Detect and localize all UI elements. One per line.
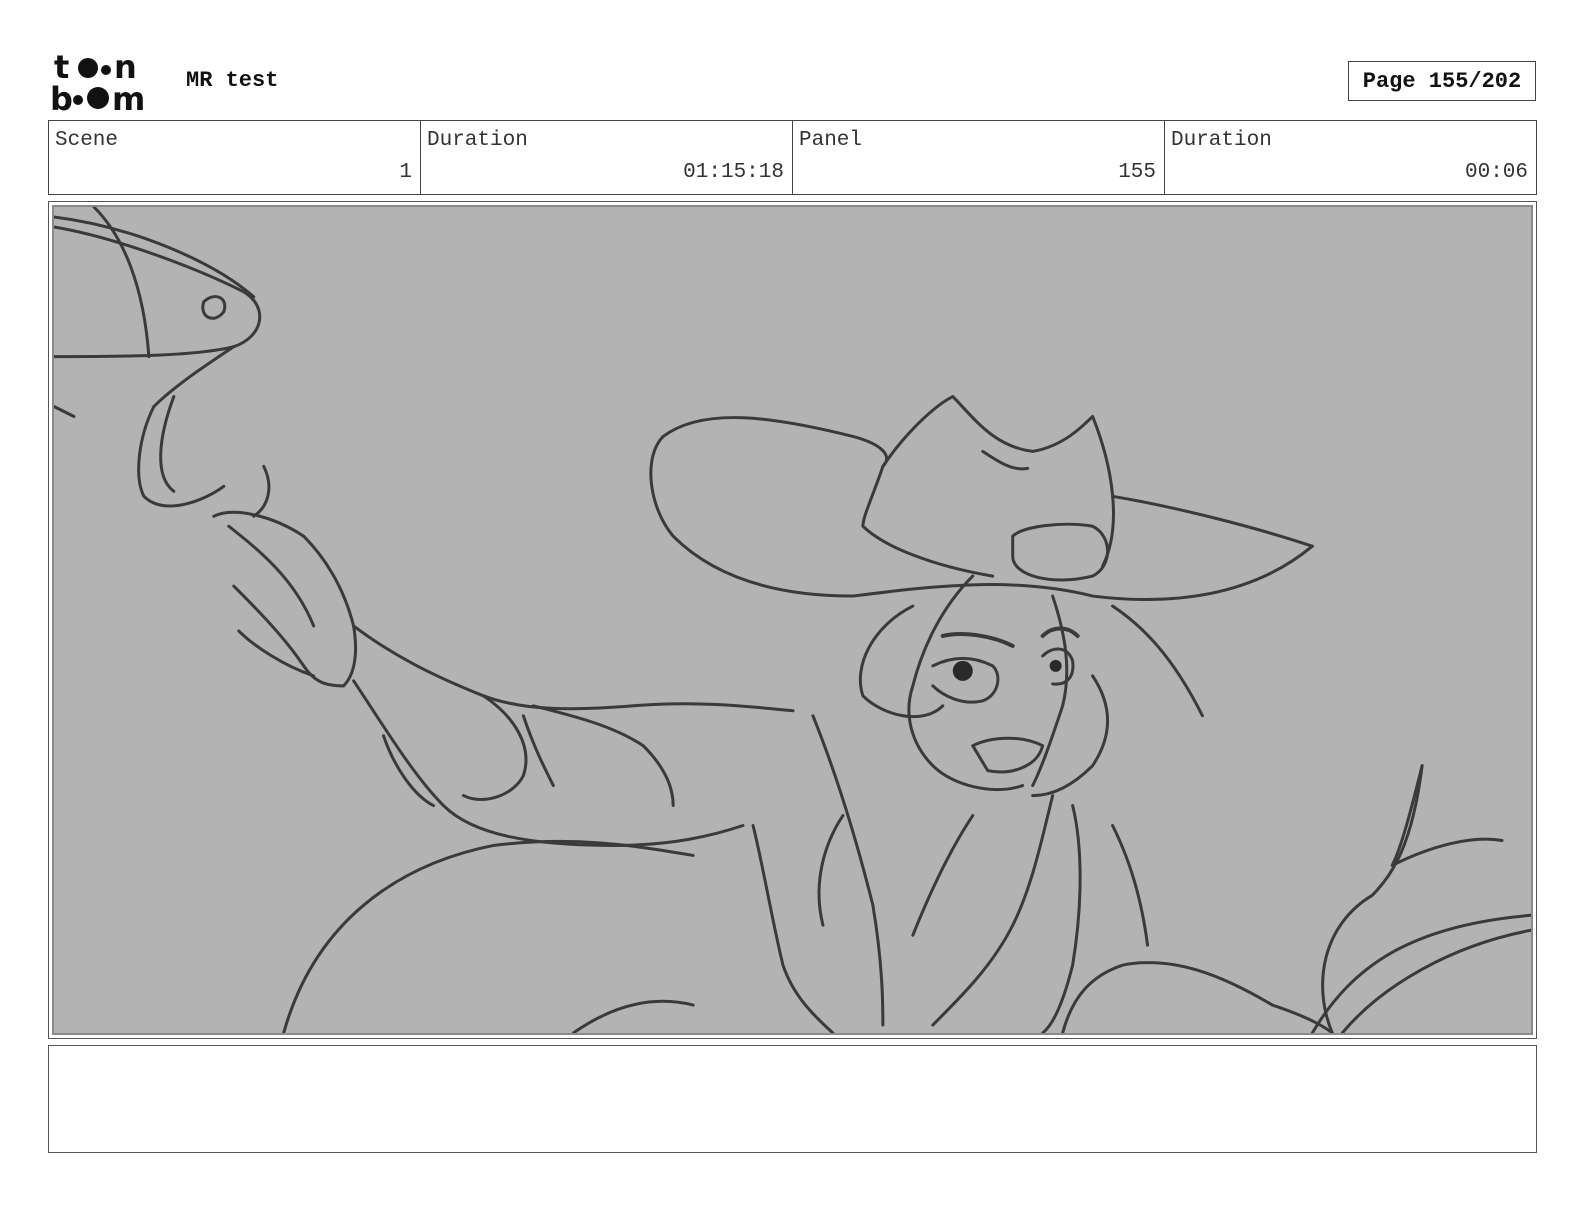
project-title: MR test (186, 68, 279, 93)
scene-duration-value: 01:15:18 (683, 161, 784, 184)
scene-duration-label: Duration (427, 129, 528, 152)
svg-text:b: b (50, 80, 73, 114)
scene-value: 1 (399, 161, 412, 184)
panel-value: 155 (1118, 161, 1156, 184)
panel-duration-label: Duration (1171, 129, 1272, 152)
toon-boom-logo: t n b m (50, 50, 145, 114)
sketch-drawing (54, 207, 1531, 1033)
scene-cell: Scene 1 (49, 121, 420, 194)
scene-label: Scene (55, 129, 119, 152)
panel-duration-value: 00:06 (1464, 161, 1528, 184)
scene-info-table: Scene 1 Duration 01:15:18 Panel 155 Dura… (48, 120, 1537, 195)
scene-duration-cell: Duration 01:15:18 (420, 121, 792, 194)
panel-cell: Panel 155 (792, 121, 1164, 194)
svg-text:m: m (112, 80, 145, 114)
storyboard-panel-frame (48, 201, 1537, 1039)
page-indicator: Page 155/202 (1348, 61, 1536, 101)
panel-duration-cell: Duration 00:06 (1164, 121, 1536, 194)
storyboard-panel-image (52, 205, 1533, 1035)
panel-notes-box (48, 1045, 1537, 1153)
panel-label: Panel (799, 129, 863, 152)
